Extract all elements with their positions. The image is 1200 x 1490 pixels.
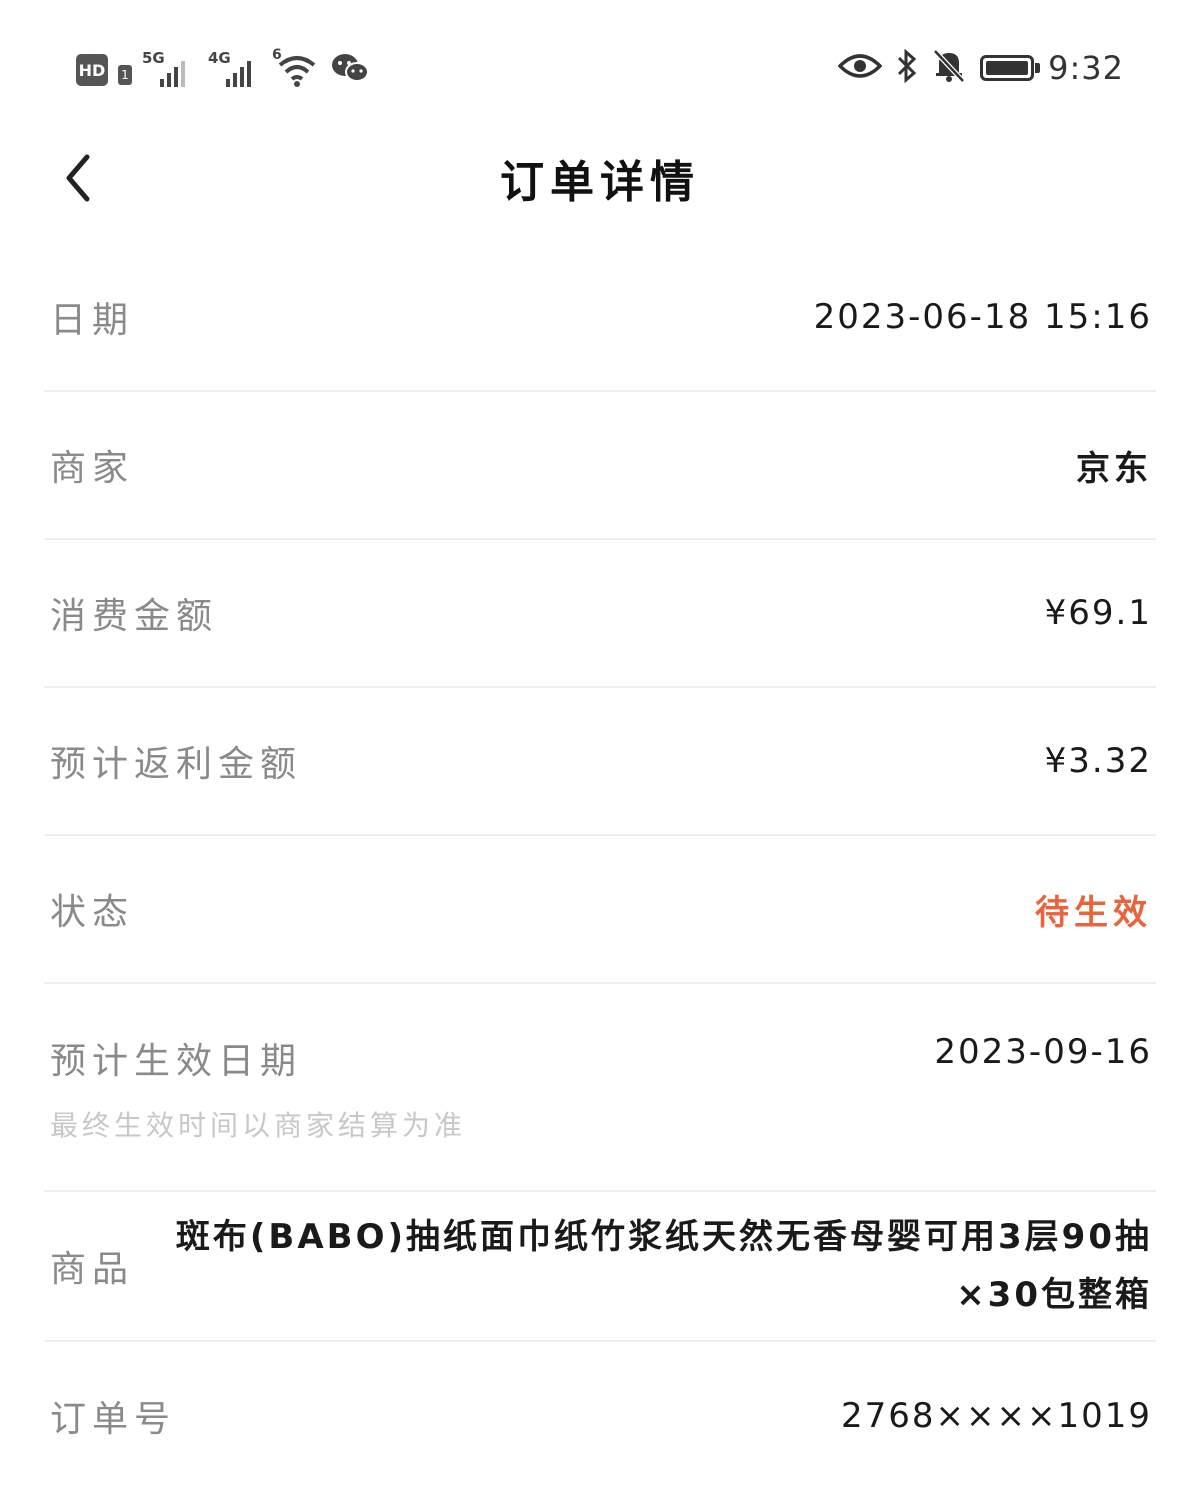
status-label: 状态 xyxy=(50,892,135,933)
signal-5g-icon: 5G xyxy=(142,49,198,87)
row-product: 商品 斑布(BABO)抽纸面巾纸竹浆纸天然无香母婴可用3层90抽×30包整箱 xyxy=(44,1192,1156,1342)
bell-muted-icon xyxy=(932,48,966,88)
eye-icon xyxy=(837,51,883,85)
bluetooth-icon xyxy=(896,48,918,87)
product-label: 商品 xyxy=(50,1249,135,1290)
row-status: 状态 待生效 xyxy=(44,836,1156,984)
status-time: 9:32 xyxy=(1048,49,1124,87)
row-merchant: 商家 京东 xyxy=(44,392,1156,540)
order-detail-list: 日期 2023-06-18 15:16 商家 京东 消费金额 ¥69.1 预计返… xyxy=(44,244,1156,1490)
row-amount: 消费金额 ¥69.1 xyxy=(44,540,1156,688)
amount-value: ¥69.1 xyxy=(1044,593,1152,633)
nav-bar: 订单详情 xyxy=(0,140,1200,230)
amount-label: 消费金额 xyxy=(50,596,219,637)
hd-icon: HD xyxy=(76,54,108,86)
rebate-value: ¥3.32 xyxy=(1044,741,1152,781)
wifi-label: 6 xyxy=(272,47,282,63)
product-value: 斑布(BABO)抽纸面巾纸竹浆纸天然无香母婴可用3层90抽×30包整箱 xyxy=(175,1217,1152,1315)
status-value: 待生效 xyxy=(1035,892,1152,933)
merchant-value: 京东 xyxy=(1076,448,1152,489)
row-rebate: 预计返利金额 ¥3.32 xyxy=(44,688,1156,836)
status-bar-left: HD 1 5G 4G 6 xyxy=(76,47,370,88)
status-bar: HD 1 5G 4G 6 9:32 xyxy=(0,0,1200,140)
wifi-icon: 6 xyxy=(272,47,320,87)
battery-icon xyxy=(980,55,1041,81)
effective-date-label: 预计生效日期 xyxy=(50,1041,303,1082)
sim-icon: 1 xyxy=(118,65,132,85)
effective-date-note: 最终生效时间以商家结算为准 xyxy=(50,1109,467,1142)
effective-date-label-group: 预计生效日期 最终生效时间以商家结算为准 xyxy=(50,1032,466,1144)
order-number-value: 2768××××1019 xyxy=(840,1396,1152,1436)
row-order-number: 订单号 2768××××1019 xyxy=(44,1342,1156,1490)
effective-date-value: 2023-09-16 xyxy=(934,1032,1152,1072)
wechat-icon xyxy=(330,52,370,88)
page-title: 订单详情 xyxy=(500,157,700,208)
date-label: 日期 xyxy=(50,300,135,341)
order-number-label: 订单号 xyxy=(50,1399,177,1440)
signal-4g-icon: 4G xyxy=(208,49,264,87)
rebate-label: 预计返利金额 xyxy=(50,744,303,785)
merchant-label: 商家 xyxy=(50,448,135,489)
row-date: 日期 2023-06-18 15:16 xyxy=(44,244,1156,392)
date-value: 2023-06-18 15:16 xyxy=(813,297,1152,337)
status-bar-right: 9:32 xyxy=(837,48,1124,88)
row-effective-date: 预计生效日期 最终生效时间以商家结算为准 2023-09-16 xyxy=(44,984,1156,1192)
